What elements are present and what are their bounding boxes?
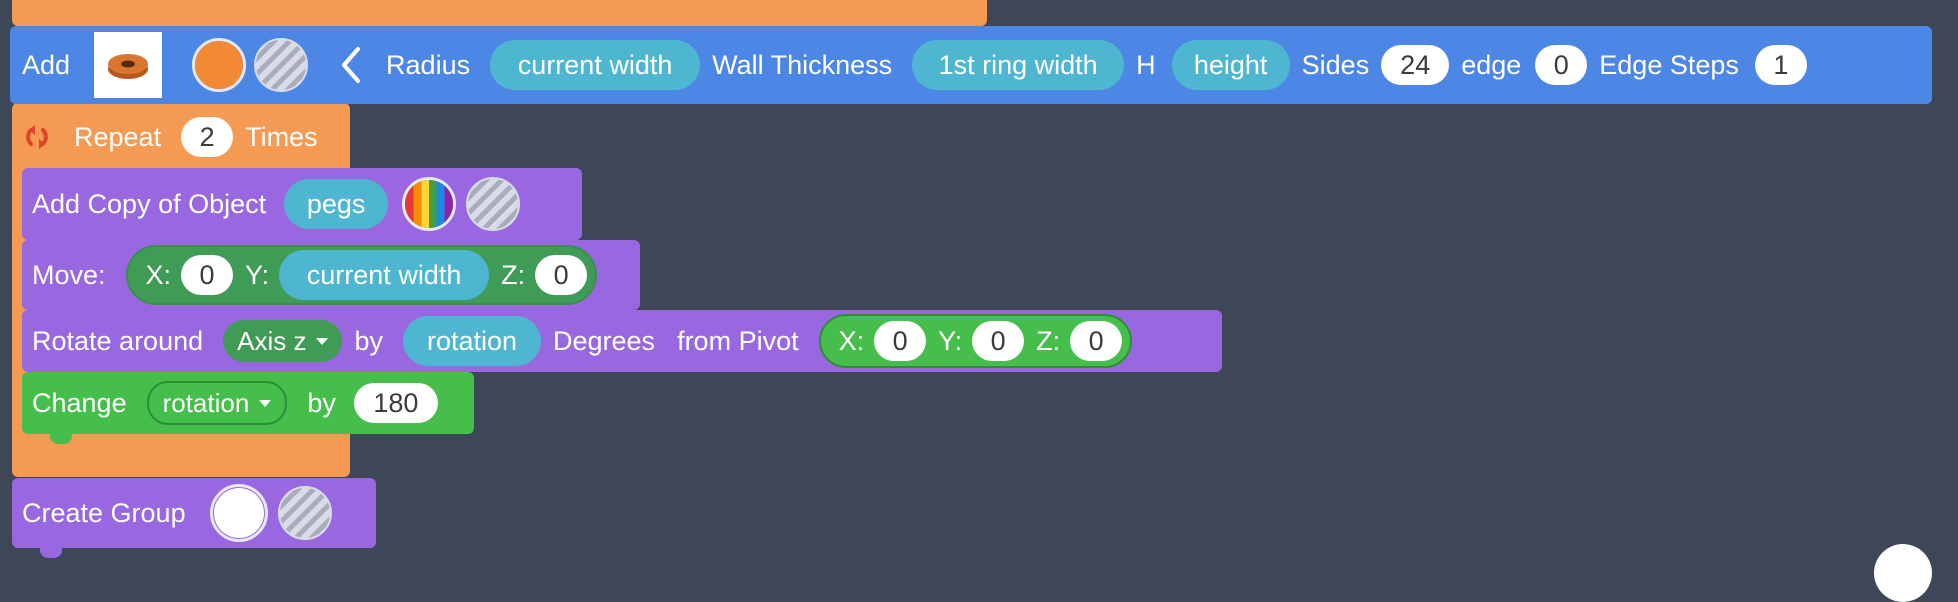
repeat-header: Repeat 2 Times	[22, 114, 318, 160]
axis-value: Axis z	[237, 325, 307, 356]
shape-thumbnail[interactable]	[94, 32, 163, 98]
pivot-x-input[interactable]: 0	[874, 321, 927, 361]
edge-steps-input[interactable]: 1	[1754, 45, 1807, 85]
move-z-input[interactable]: 0	[535, 255, 588, 295]
rainbow-color	[405, 180, 454, 228]
repeat-icon	[22, 122, 52, 152]
dropdown-caret-icon	[259, 399, 272, 407]
by-label: by	[354, 325, 383, 356]
zoom-control-button[interactable]	[1874, 544, 1932, 602]
add-copy-block-content: Add Copy of Object pegs	[32, 168, 521, 240]
edge-label: edge	[1461, 49, 1522, 80]
change-block-content: Change rotation by 180	[32, 372, 438, 434]
move-xyz-group: X: 0 Y: current width Z: 0	[125, 245, 598, 305]
y-label: Y:	[245, 259, 270, 290]
repeat-label: Repeat	[74, 121, 162, 152]
rotate-label: Rotate around	[32, 325, 204, 356]
axis-dropdown[interactable]: Axis z	[223, 320, 343, 362]
color-swatch[interactable]	[192, 38, 247, 92]
radius-label: Radius	[386, 49, 471, 80]
radius-input[interactable]: current width	[490, 40, 701, 90]
add-shape-block-content: Add Radius current width Wall Thickness …	[22, 26, 1807, 104]
edge-steps-label: Edge Steps	[1599, 49, 1739, 80]
no-color-swatch[interactable]	[466, 177, 521, 231]
no-color-swatch[interactable]	[277, 486, 332, 540]
move-block-content: Move: X: 0 Y: current width Z: 0	[32, 240, 598, 310]
multicolor-swatch[interactable]	[402, 177, 457, 231]
x-label: X:	[838, 325, 865, 356]
by-label: by	[307, 387, 336, 418]
from-pivot-label: from Pivot	[677, 325, 799, 356]
move-y-input[interactable]: current width	[279, 250, 490, 300]
sides-input[interactable]: 24	[1381, 45, 1450, 85]
height-input[interactable]: height	[1171, 40, 1290, 90]
ring-shape-icon	[108, 54, 149, 79]
pivot-xyz-group: X: 0 Y: 0 Z: 0	[818, 314, 1133, 368]
rotation-amount-input[interactable]: rotation	[403, 316, 541, 366]
pivot-y-input[interactable]: 0	[972, 321, 1025, 361]
height-label: H	[1136, 49, 1156, 80]
move-label: Move:	[32, 259, 106, 290]
move-x-input[interactable]: 0	[181, 255, 234, 295]
z-label: Z:	[1036, 325, 1061, 356]
add-copy-label: Add Copy of Object	[32, 188, 267, 219]
change-amount-input[interactable]: 180	[353, 383, 438, 423]
wall-thickness-input[interactable]: 1st ring width	[912, 40, 1125, 90]
no-color-swatch[interactable]	[254, 38, 309, 92]
add-label: Add	[22, 49, 71, 80]
x-label: X:	[145, 259, 172, 290]
orange-color	[195, 41, 244, 89]
repeat-block-inner-arm	[12, 166, 22, 434]
create-group-content: Create Group	[22, 478, 332, 548]
repeat-count-input[interactable]: 2	[181, 117, 234, 157]
y-label: Y:	[938, 325, 963, 356]
wall-thickness-label: Wall Thickness	[712, 49, 893, 80]
variable-dropdown[interactable]: rotation	[146, 381, 288, 425]
create-group-label: Create Group	[22, 497, 186, 528]
rotate-block-content: Rotate around Axis z by rotation Degrees…	[32, 310, 1133, 372]
edge-input[interactable]: 0	[1535, 45, 1588, 85]
times-label: Times	[245, 121, 318, 152]
z-label: Z:	[501, 259, 526, 290]
change-label: Change	[32, 387, 127, 418]
dropdown-caret-icon	[316, 337, 329, 345]
color-swatch[interactable]	[209, 484, 268, 542]
sides-label: Sides	[1301, 49, 1370, 80]
variable-value: rotation	[162, 387, 250, 418]
white-color	[213, 488, 264, 538]
previous-block-bottom[interactable]	[12, 0, 987, 26]
object-input[interactable]: pegs	[284, 179, 389, 229]
degrees-label: Degrees	[553, 325, 656, 356]
chevron-left-icon[interactable]	[340, 45, 362, 85]
pivot-z-input[interactable]: 0	[1070, 321, 1123, 361]
